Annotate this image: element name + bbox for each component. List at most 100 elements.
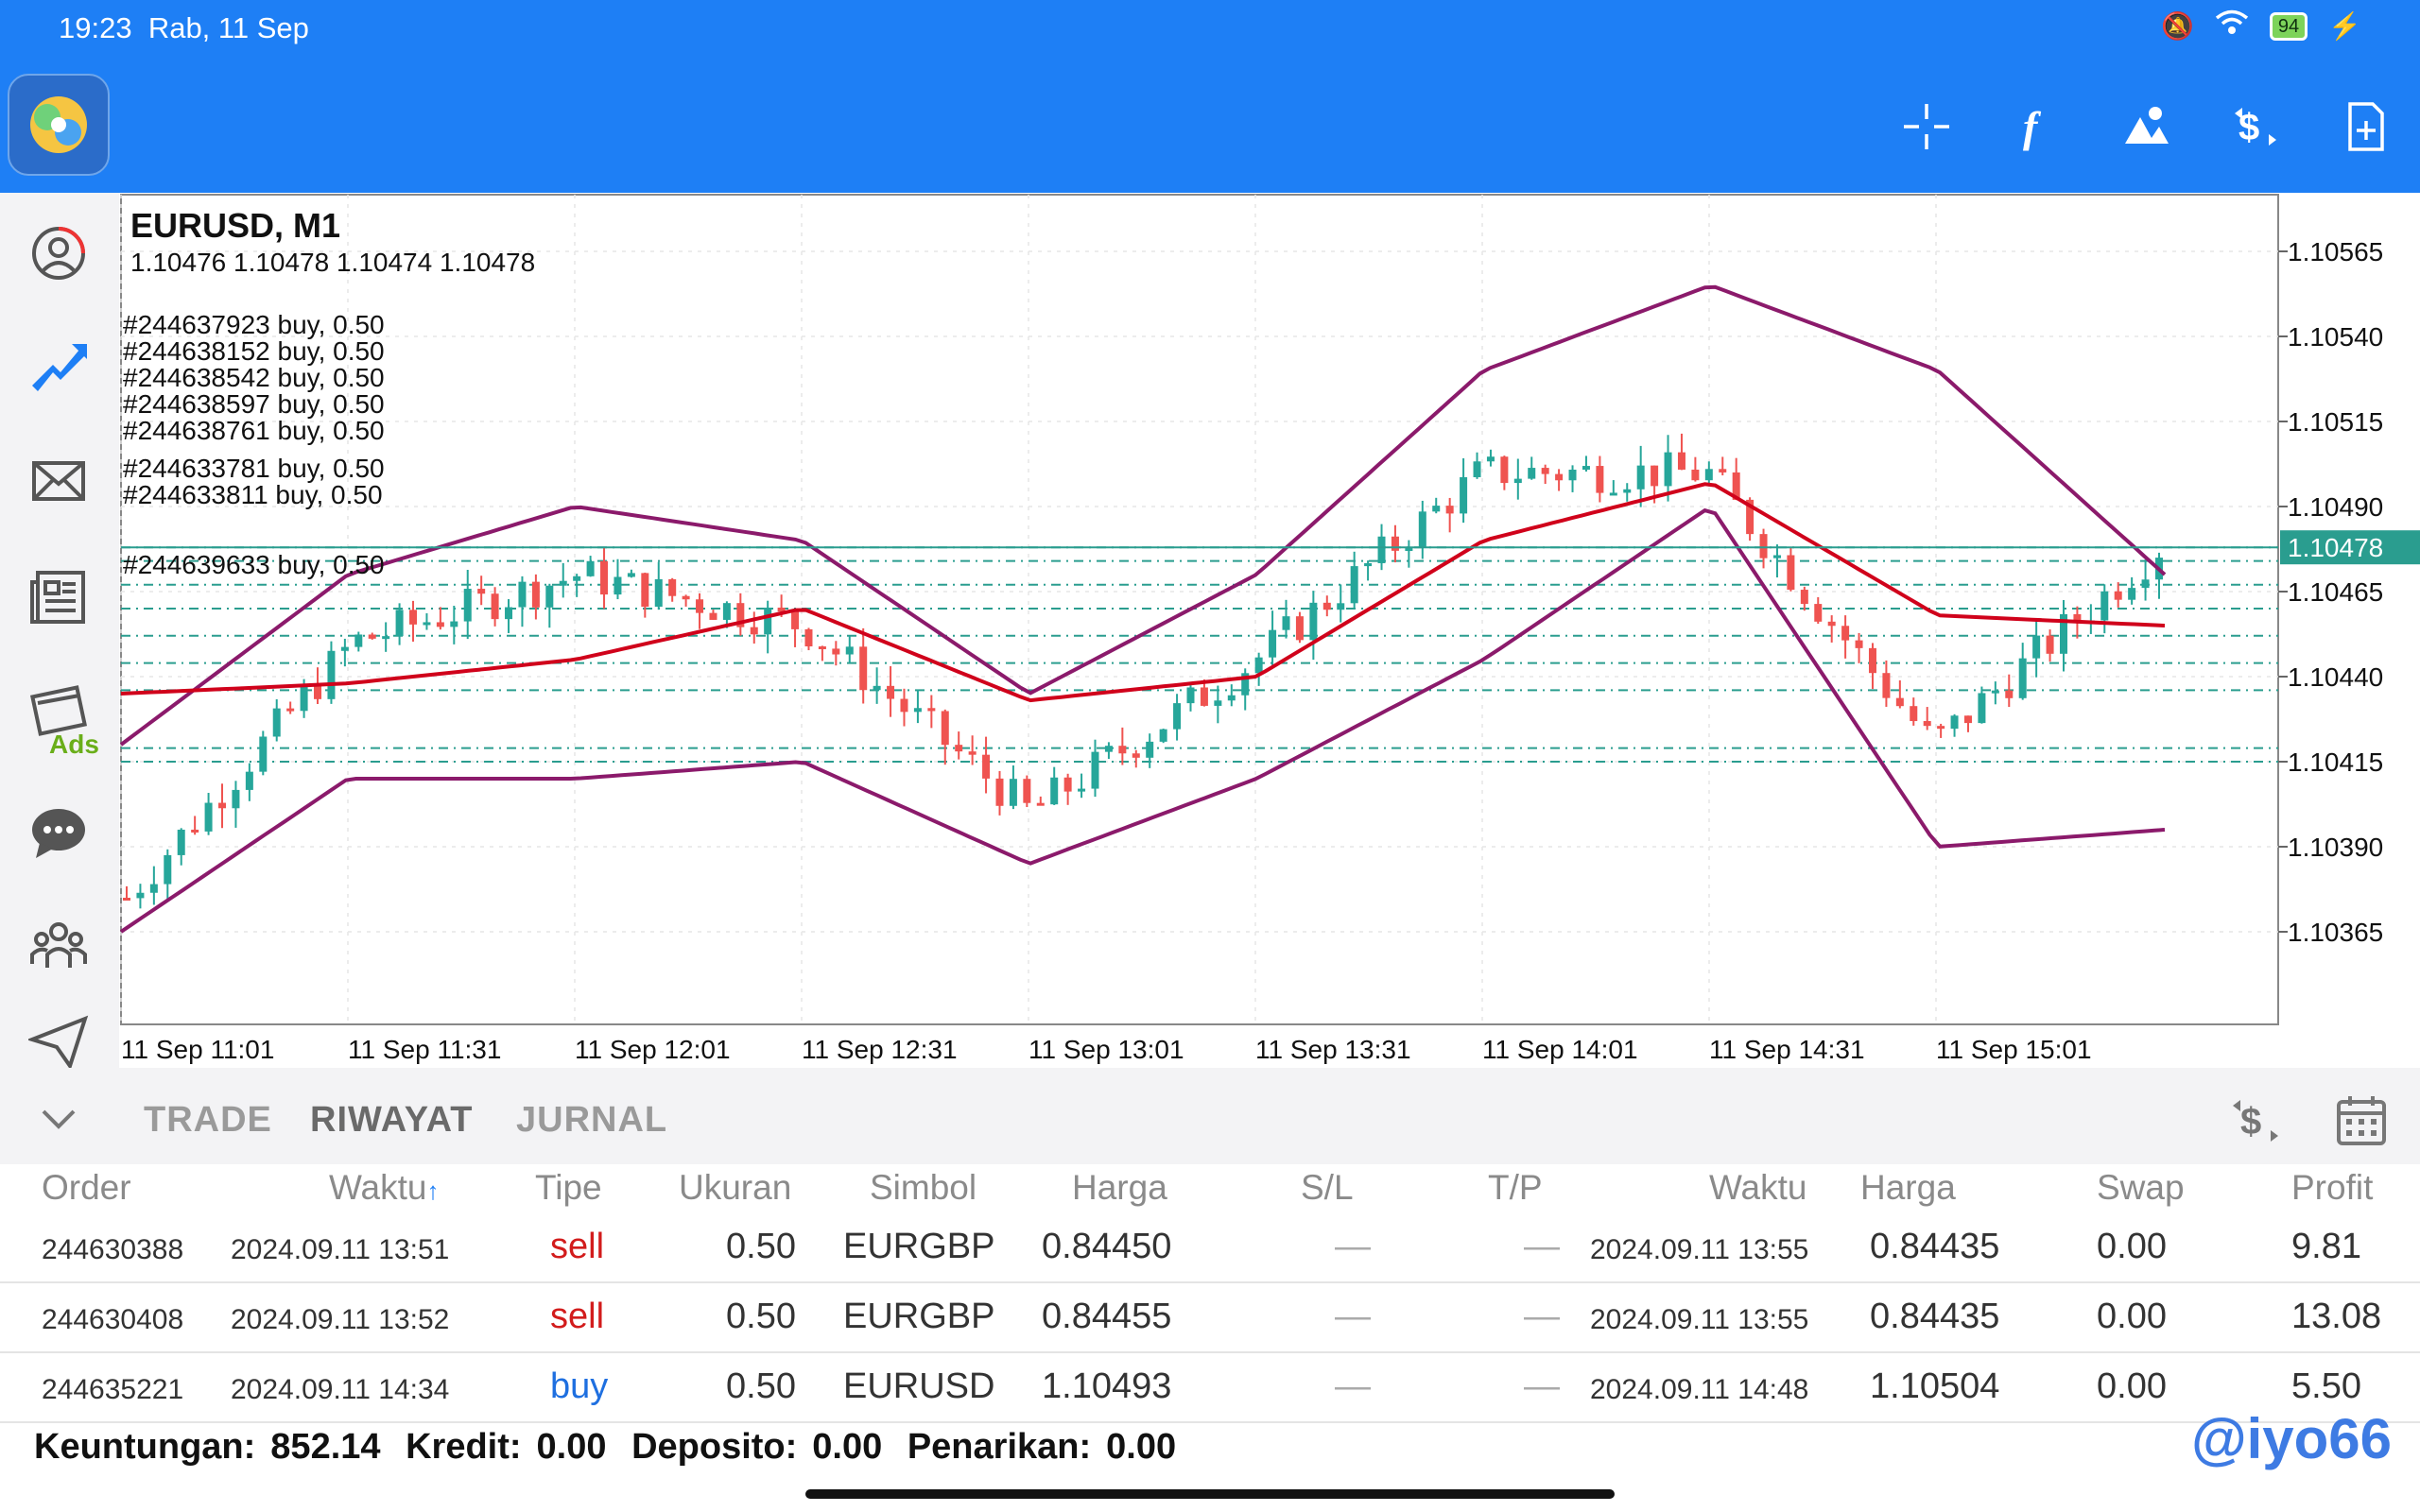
trade-label[interactable]: #244633811 buy, 0.50 (123, 480, 383, 510)
candle-body (1963, 715, 1972, 724)
candle-body (1269, 629, 1277, 658)
objects-icon[interactable] (2110, 91, 2182, 163)
deposit-value: 0.00 (812, 1427, 883, 1467)
candle-body (491, 593, 499, 620)
trade-label[interactable]: #244639633 buy, 0.50 (123, 550, 385, 580)
close-price-cell: 0.84435 (1870, 1297, 2000, 1336)
candle-body (2100, 591, 2109, 621)
table-row[interactable]: 244635221 2024.09.11 14:34 buy 0.50 EURUSD 1.… (0, 1353, 2420, 1423)
candle-body (136, 892, 145, 899)
candle-body (259, 736, 268, 772)
chart-ohlc: 1.10476 1.10478 1.10474 1.10478 (130, 248, 536, 277)
calendar-icon[interactable] (2333, 1092, 2390, 1154)
tab-riwayat[interactable]: RIWAYAT (310, 1100, 473, 1141)
candle-body (1063, 777, 1072, 792)
candle-body (668, 578, 677, 596)
send-icon[interactable] (21, 1015, 96, 1068)
candle-body (1609, 492, 1617, 496)
filter-dollar-icon[interactable]: $ (2227, 1092, 2284, 1154)
candle-body (1664, 452, 1672, 487)
type-cell: sell (550, 1297, 605, 1336)
chat-icon[interactable] (21, 794, 96, 869)
table-row[interactable]: 244630408 2024.09.11 13:52 sell 0.50 EURGBP 0… (0, 1283, 2420, 1353)
candle-body (395, 610, 404, 637)
top-bar: 19:23 Rab, 11 Sep 🔕 94 ⚡ f $ (0, 0, 2420, 193)
col-order[interactable]: Order (42, 1168, 131, 1208)
candle-body (1282, 616, 1290, 630)
x-tick-label: 11 Sep 11:31 (348, 1035, 501, 1064)
candle-body (1555, 473, 1564, 481)
candle-body (1418, 511, 1426, 549)
candle-body (1937, 726, 1945, 730)
candle-body (1691, 469, 1700, 481)
candle-body (791, 611, 800, 629)
col-close-price[interactable]: Harga (1860, 1168, 1956, 1208)
col-tipe[interactable]: Tipe (535, 1168, 602, 1208)
trade-label[interactable]: #244638761 buy, 0.50 (123, 416, 385, 446)
col-waktu[interactable]: Waktu↑ (329, 1168, 439, 1208)
community-icon[interactable] (21, 907, 96, 983)
col-close-time[interactable]: Waktu (1709, 1168, 1806, 1208)
profit-cell: 5.50 (2291, 1366, 2361, 1406)
col-swap[interactable]: Swap (2097, 1168, 2185, 1208)
credit-value: 0.00 (536, 1427, 607, 1467)
col-profit[interactable]: Profit (2291, 1168, 2373, 1208)
candle-body (327, 650, 336, 699)
tp-cell: — (1524, 1366, 1560, 1406)
col-tp[interactable]: T/P (1488, 1168, 1543, 1208)
candle-body (477, 589, 486, 594)
new-document-icon[interactable] (2329, 91, 2401, 163)
col-ukuran[interactable]: Ukuran (679, 1168, 791, 1208)
candle-body (559, 580, 567, 586)
charging-icon: ⚡ (2328, 11, 2361, 41)
price-chart[interactable]: 1.10565 1.10540 1.10515 1.10490 1.10465 1.104… (119, 193, 2420, 1068)
tab-jurnal[interactable]: JURNAL (516, 1100, 667, 1141)
clock: 19:23 (59, 11, 132, 44)
candle-body (900, 698, 908, 713)
candle-body (1050, 777, 1059, 805)
close-price-cell: 0.84435 (1870, 1227, 2000, 1266)
news-icon[interactable] (21, 559, 96, 635)
mail-icon[interactable] (21, 442, 96, 518)
chart-area[interactable]: 1.10565 1.10540 1.10515 1.10490 1.10465 1.104… (119, 193, 2420, 1068)
mute-icon: 🔕 (2161, 11, 2194, 41)
price-cell: 0.84455 (1042, 1297, 1172, 1336)
candle-body (409, 610, 418, 625)
app-logo[interactable] (8, 74, 110, 176)
quotes-icon[interactable] (21, 215, 96, 291)
table-row[interactable]: 244630388 2024.09.11 13:51 sell 0.50 EURGBP 0… (0, 1213, 2420, 1283)
home-indicator[interactable] (805, 1489, 1615, 1499)
order-cell: 244630408 (42, 1304, 184, 1335)
y-tick-label: 1.10365 (2288, 918, 2383, 947)
candle-body (2114, 591, 2122, 600)
candle-body (423, 622, 431, 626)
col-simbol[interactable]: Simbol (870, 1168, 977, 1208)
swap-cell: 0.00 (2097, 1227, 2167, 1266)
candle-body (573, 576, 581, 581)
candle-body (191, 829, 199, 833)
type-cell: sell (550, 1227, 605, 1266)
date: Rab, 11 Sep (147, 11, 309, 44)
candle-body (340, 646, 349, 651)
candle-body (913, 708, 922, 713)
withdraw-value: 0.00 (1106, 1427, 1177, 1467)
col-sl[interactable]: S/L (1301, 1168, 1354, 1208)
candle-body (1910, 706, 1918, 722)
candle-body (1337, 603, 1345, 610)
col-harga[interactable]: Harga (1072, 1168, 1167, 1208)
symbol-cell: EURGBP (843, 1227, 995, 1266)
candle-body (123, 898, 130, 901)
candle-body (804, 628, 813, 647)
x-tick-label: 11 Sep 15:01 (1936, 1035, 2092, 1064)
candle-body (1460, 476, 1468, 514)
tab-trade[interactable]: TRADE (144, 1100, 272, 1141)
candle-body (1991, 690, 1999, 694)
candle-body (1159, 729, 1167, 742)
trade-dollar-icon[interactable]: $ (2220, 91, 2291, 163)
indicator-f-icon[interactable]: f (2000, 91, 2072, 163)
candle-body (1978, 693, 1986, 724)
collapse-chevron-icon[interactable] (38, 1106, 79, 1139)
crosshair-icon[interactable] (1891, 91, 1962, 163)
profit-cell: 9.81 (2291, 1227, 2361, 1266)
chart-icon[interactable] (21, 329, 96, 404)
